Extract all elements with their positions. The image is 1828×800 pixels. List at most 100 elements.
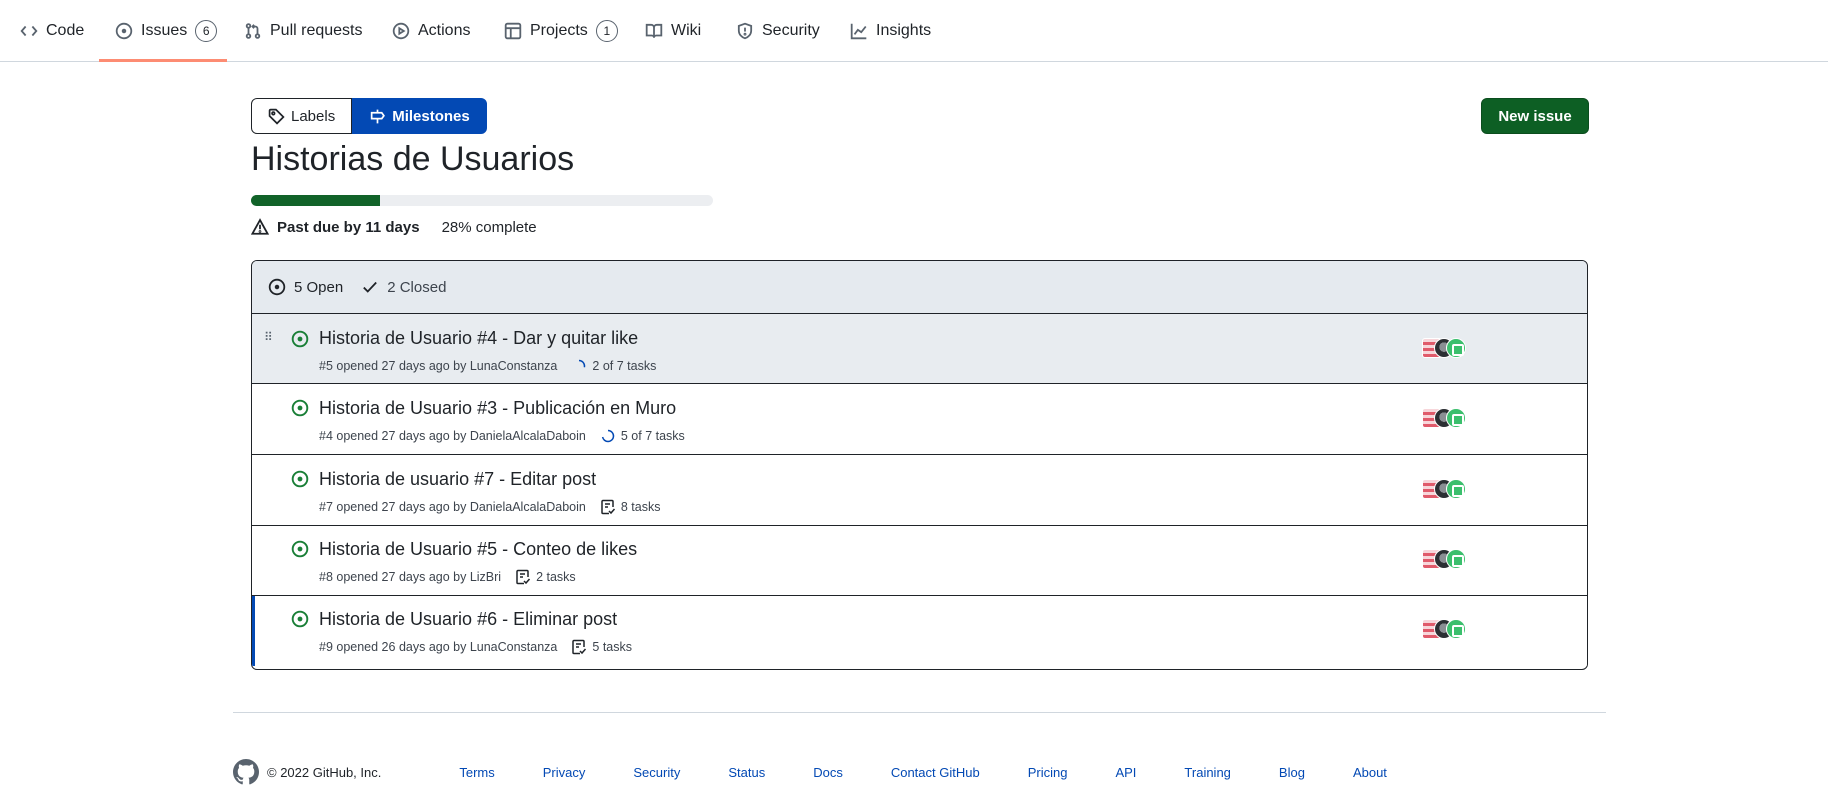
tab-label: Insights bbox=[876, 22, 932, 39]
alert-icon bbox=[251, 218, 269, 235]
issue-row[interactable]: Historia de Usuario #6 - Eliminar post #… bbox=[252, 596, 1587, 666]
tab-label: Actions bbox=[418, 22, 471, 39]
issue-opened-by: #8 opened 27 days ago by LizBri bbox=[319, 570, 502, 584]
checklist-icon bbox=[516, 569, 531, 585]
labels-button-label: Labels bbox=[291, 107, 336, 125]
graph-icon bbox=[850, 23, 867, 40]
tab-code[interactable]: Code bbox=[20, 0, 84, 62]
open-issues-filter[interactable]: 5 Open bbox=[268, 278, 343, 296]
issue-title-link[interactable]: Historia de usuario #7 - Editar post bbox=[319, 469, 596, 490]
task-count: 8 tasks bbox=[620, 500, 661, 514]
milestones-button[interactable]: Milestones bbox=[352, 98, 487, 134]
code-icon bbox=[20, 25, 38, 37]
issue-row[interactable]: Historia de Usuario #3 - Publicación en … bbox=[252, 384, 1587, 455]
past-due-text: Past due by 11 days bbox=[277, 218, 420, 236]
milestone-meta: Past due by 11 days 28% complete bbox=[251, 218, 537, 236]
drag-handle-icon[interactable]: ⠿ bbox=[264, 330, 273, 344]
milestone-progress-bar bbox=[251, 195, 713, 206]
checklist-icon bbox=[572, 639, 587, 655]
issue-meta: #5 opened 27 days ago by LunaConstanza 2… bbox=[319, 358, 656, 374]
percent-complete-text: 28% complete bbox=[441, 218, 537, 236]
footer-link-blog[interactable]: Blog bbox=[1279, 765, 1305, 780]
task-count: 2 of 7 tasks bbox=[592, 359, 657, 373]
avatar[interactable] bbox=[1446, 479, 1466, 499]
issue-opened-by: #4 opened 27 days ago by DanielaAlcalaDa… bbox=[319, 429, 586, 443]
footer-link-api[interactable]: API bbox=[1115, 765, 1136, 780]
footer-link-security[interactable]: Security bbox=[633, 765, 680, 780]
issue-meta: #7 opened 27 days ago by DanielaAlcalaDa… bbox=[319, 499, 660, 515]
issue-meta: #9 opened 26 days ago by LunaConstanza 5… bbox=[319, 639, 632, 655]
footer-link-privacy[interactable]: Privacy bbox=[543, 765, 586, 780]
closed-count: 2 Closed bbox=[387, 278, 447, 296]
tab-projects[interactable]: Projects 1 bbox=[504, 0, 618, 62]
avatar[interactable] bbox=[1446, 619, 1466, 639]
projects-counter: 1 bbox=[595, 20, 618, 42]
footer-link-status[interactable]: Status bbox=[728, 765, 765, 780]
issue-meta: #4 opened 27 days ago by DanielaAlcalaDa… bbox=[319, 428, 685, 444]
issue-meta: #8 opened 27 days ago by LizBri 2 tasks bbox=[319, 569, 576, 585]
issue-row[interactable]: Historia de Usuario #5 - Conteo de likes… bbox=[252, 526, 1587, 596]
task-progress-ring-icon bbox=[601, 429, 615, 443]
closed-issues-filter[interactable]: 2 Closed bbox=[361, 278, 446, 296]
assignee-avatars[interactable] bbox=[1422, 549, 1466, 569]
task-list: 5 tasks bbox=[571, 639, 632, 655]
new-issue-button[interactable]: New issue bbox=[1481, 98, 1589, 134]
footer-link-pricing[interactable]: Pricing bbox=[1028, 765, 1068, 780]
issue-opened-icon bbox=[291, 610, 309, 628]
copyright-text: © 2022 GitHub, Inc. bbox=[267, 764, 382, 780]
github-logo-icon[interactable] bbox=[233, 759, 259, 785]
issue-opened-icon bbox=[115, 22, 133, 40]
issue-title-link[interactable]: Historia de Usuario #5 - Conteo de likes bbox=[319, 539, 637, 560]
avatar[interactable] bbox=[1446, 338, 1466, 358]
footer-link-about[interactable]: About bbox=[1353, 765, 1387, 780]
issue-title-link[interactable]: Historia de Usuario #3 - Publicación en … bbox=[319, 398, 676, 419]
assignee-avatars[interactable] bbox=[1422, 619, 1466, 639]
assignee-avatars[interactable] bbox=[1422, 408, 1466, 428]
avatar[interactable] bbox=[1446, 549, 1466, 569]
tab-issues[interactable]: Issues 6 bbox=[115, 0, 218, 62]
issue-opened-icon bbox=[291, 470, 309, 488]
assignee-avatars[interactable] bbox=[1422, 479, 1466, 499]
footer-link-terms[interactable]: Terms bbox=[459, 765, 494, 780]
labels-milestones-subnav: Labels Milestones bbox=[251, 98, 487, 134]
issue-opened-by: #7 opened 27 days ago by DanielaAlcalaDa… bbox=[319, 500, 586, 514]
issue-row[interactable]: ⠿ Historia de Usuario #4 - Dar y quitar … bbox=[252, 314, 1587, 384]
assignee-avatars[interactable] bbox=[1422, 338, 1466, 358]
task-count: 2 tasks bbox=[536, 570, 576, 584]
milestone-issues-box: 5 Open 2 Closed ⠿ Historia de Usuario #4… bbox=[251, 260, 1588, 670]
issue-title-link[interactable]: Historia de Usuario #4 - Dar y quitar li… bbox=[319, 328, 638, 349]
footer-divider bbox=[233, 712, 1606, 713]
tab-insights[interactable]: Insights bbox=[850, 0, 931, 62]
checklist-icon bbox=[601, 499, 615, 515]
issues-box-header: 5 Open 2 Closed bbox=[252, 261, 1587, 314]
tab-pull-requests[interactable]: Pull requests bbox=[244, 0, 363, 62]
milestone-icon bbox=[371, 109, 386, 123]
task-progress-ring-icon bbox=[573, 359, 586, 373]
repo-navigation: Code Issues 6 Pull requests Actions Proj… bbox=[0, 0, 1828, 62]
footer-link-docs[interactable]: Docs bbox=[813, 765, 843, 780]
task-count: 5 tasks bbox=[592, 640, 632, 654]
issue-opened-by: #5 opened 27 days ago by LunaConstanza bbox=[319, 359, 558, 373]
issue-row[interactable]: Historia de usuario #7 - Editar post #7 … bbox=[252, 455, 1587, 526]
tab-wiki[interactable]: Wiki bbox=[645, 0, 701, 62]
issue-opened-icon bbox=[268, 278, 286, 296]
tag-icon bbox=[268, 108, 285, 125]
tab-security[interactable]: Security bbox=[736, 0, 820, 62]
git-pull-request-icon bbox=[245, 23, 261, 39]
tab-label: Projects bbox=[530, 22, 588, 39]
tab-label: Pull requests bbox=[270, 22, 363, 39]
task-progress: 5 of 7 tasks bbox=[600, 428, 685, 444]
footer-link-training[interactable]: Training bbox=[1184, 765, 1230, 780]
issue-opened-icon bbox=[291, 399, 309, 417]
issue-title-link[interactable]: Historia de Usuario #6 - Eliminar post bbox=[319, 609, 617, 630]
tab-actions[interactable]: Actions bbox=[392, 0, 470, 62]
issue-opened-icon bbox=[291, 330, 309, 348]
selected-tab-underline bbox=[99, 59, 227, 62]
avatar[interactable] bbox=[1446, 408, 1466, 428]
footer-link-contact[interactable]: Contact GitHub bbox=[891, 765, 980, 780]
task-progress: 2 of 7 tasks bbox=[571, 358, 656, 374]
labels-button[interactable]: Labels bbox=[251, 98, 353, 134]
book-icon bbox=[645, 23, 663, 38]
issues-counter: 6 bbox=[195, 20, 218, 42]
issue-opened-icon bbox=[291, 540, 309, 558]
